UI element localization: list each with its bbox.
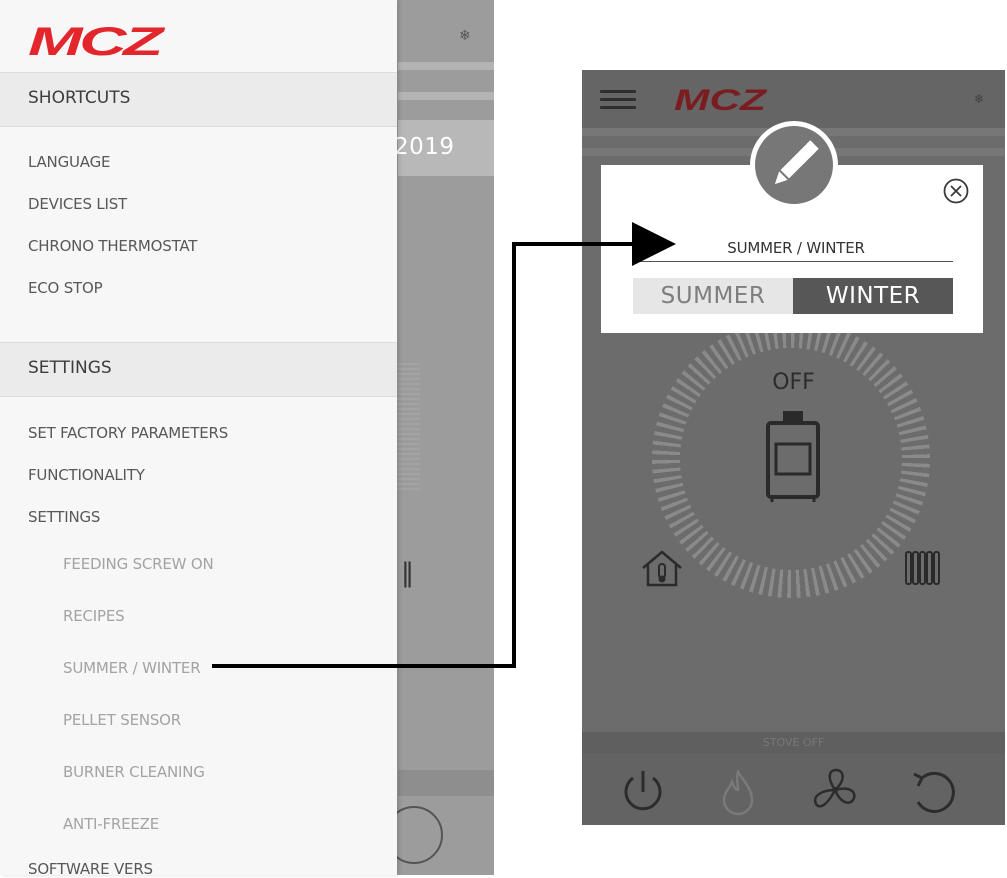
background-divider — [398, 92, 494, 100]
radiator-icon[interactable] — [902, 548, 942, 588]
background-date-text: 2019 — [394, 134, 455, 160]
navigation-drawer: MCZ SHORTCUTS LANGUAGE DEVICES LIST CHRO… — [0, 0, 397, 878]
radiator-icon[interactable]: ‖ — [401, 558, 414, 588]
power-icon[interactable] — [618, 766, 668, 816]
section-title: SETTINGS — [28, 358, 112, 378]
dialog-title: SUMMER / WINTER — [727, 239, 865, 257]
mcz-logo: MCZ — [674, 84, 770, 117]
submenu-item-burner-cleaning[interactable]: BURNER CLEANING — [63, 763, 205, 781]
snowflake-icon[interactable]: ❄ — [974, 92, 984, 106]
menu-item-set-factory-parameters[interactable]: SET FACTORY PARAMETERS — [28, 424, 228, 442]
refresh-icon[interactable] — [908, 766, 960, 818]
stove-status-label: OFF — [772, 370, 815, 395]
background-divider — [398, 62, 494, 70]
menu-item-settings[interactable]: SETTINGS — [28, 508, 100, 526]
background-status-strip — [398, 770, 494, 796]
menu-item-functionality[interactable]: FUNCTIONALITY — [28, 466, 145, 484]
title-underline — [639, 261, 953, 262]
summer-option[interactable]: SUMMER — [633, 278, 793, 314]
svg-text:MCZ: MCZ — [674, 84, 768, 114]
svg-text:MCZ: MCZ — [28, 22, 166, 60]
app-top-bar — [582, 70, 1005, 128]
mcz-logo: MCZ — [28, 20, 168, 64]
hamburger-menu-icon[interactable] — [600, 90, 636, 110]
submenu-item-feeding-screw-on[interactable]: FEEDING SCREW ON — [63, 555, 214, 573]
season-toggle: SUMMER WINTER — [633, 278, 953, 314]
menu-item-chrono-thermostat[interactable]: CHRONO THERMOSTAT — [28, 237, 197, 255]
menu-item-eco-stop[interactable]: ECO STOP — [28, 279, 103, 297]
menu-item-language[interactable]: LANGUAGE — [28, 153, 110, 171]
section-header-settings: SETTINGS — [0, 342, 397, 397]
submenu-item-pellet-sensor[interactable]: PELLET SENSOR — [63, 711, 181, 729]
flame-icon[interactable] — [718, 768, 758, 816]
pencil-icon — [750, 121, 838, 209]
submenu-item-anti-freeze[interactable]: ANTI-FREEZE — [63, 815, 159, 833]
stove-status-footer: STOVE OFF — [582, 732, 1005, 754]
submenu-item-summer-winter[interactable]: SUMMER / WINTER — [63, 659, 201, 677]
fan-icon[interactable] — [808, 766, 862, 818]
section-title: SHORTCUTS — [28, 88, 131, 108]
menu-item-software-version[interactable]: SOFTWARE VERS — [28, 860, 153, 878]
close-icon[interactable] — [943, 178, 969, 204]
submenu-item-recipes[interactable]: RECIPES — [63, 607, 125, 625]
section-header-shortcuts: SHORTCUTS — [0, 72, 397, 127]
stove-icon — [766, 411, 820, 502]
house-thermometer-icon[interactable] — [639, 548, 685, 588]
menu-item-devices-list[interactable]: DEVICES LIST — [28, 195, 127, 213]
snowflake-icon[interactable]: ❄ — [459, 28, 471, 44]
winter-option[interactable]: WINTER — [793, 278, 953, 314]
